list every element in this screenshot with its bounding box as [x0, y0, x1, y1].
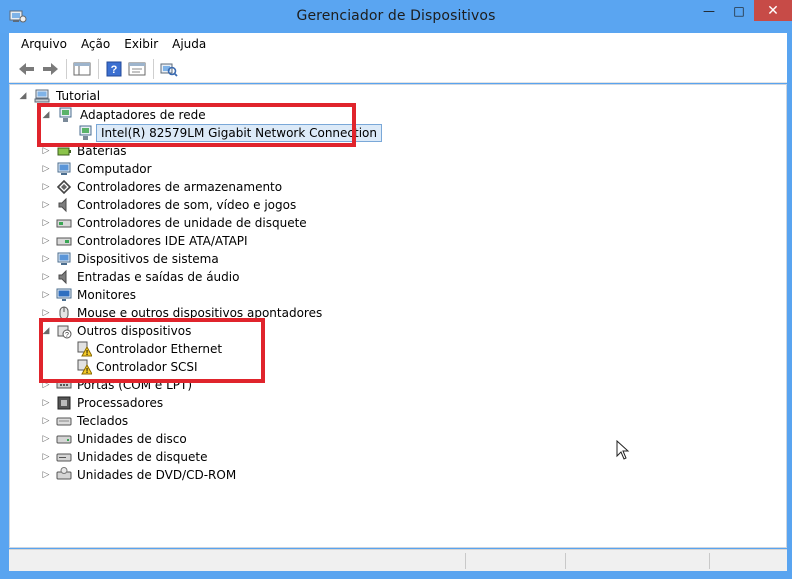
tree-item-teclados[interactable]: ▷ Teclados: [10, 412, 330, 430]
expand-toggle[interactable]: ▷: [41, 412, 51, 430]
help-icon: ?: [106, 61, 122, 76]
toolbar-separator: [98, 58, 99, 79]
menu-bar: Arquivo Ação Exibir Ajuda: [9, 33, 787, 55]
device-tree-pane[interactable]: ◢ Tutorial ◢ Adaptadores de rede Intel(R…: [9, 84, 787, 548]
menu-acao[interactable]: Ação: [81, 37, 110, 51]
expand-toggle[interactable]: ▷: [41, 250, 51, 268]
properties-button[interactable]: [126, 58, 148, 80]
expand-toggle[interactable]: ▷: [41, 196, 51, 214]
properties-icon: [128, 62, 146, 75]
ide-controller-icon: [56, 237, 72, 246]
tree-item-unidades-disquete[interactable]: ▷ Unidades de disquete: [10, 448, 330, 466]
expand-toggle[interactable]: ▷: [41, 214, 51, 232]
show-hide-tree-icon: [73, 62, 91, 75]
menu-ajuda[interactable]: Ajuda: [172, 37, 206, 51]
toolbar-separator: [153, 58, 154, 79]
device-tree: ◢ Tutorial ◢ Adaptadores de rede Intel(R…: [10, 85, 786, 547]
title-bar[interactable]: Gerenciador de Dispositivos — □ ✕: [0, 0, 792, 33]
tree-item-label: Unidades de DVD/CD-ROM: [77, 468, 237, 482]
tree-item-label: Unidades de disquete: [77, 450, 208, 464]
expand-toggle[interactable]: ▷: [41, 286, 51, 304]
maximize-button[interactable]: □: [724, 0, 754, 21]
window-title: Gerenciador de Dispositivos: [296, 8, 496, 24]
computer-icon: [57, 162, 71, 175]
tree-item-computador[interactable]: ▷ Computador: [10, 160, 310, 178]
status-bar: [9, 549, 787, 571]
monitor-icon: [56, 288, 72, 301]
expand-toggle[interactable]: ▷: [41, 160, 51, 178]
tree-item-label: Entradas e saídas de áudio: [77, 270, 240, 284]
tree-item-label: Controladores de unidade de disquete: [77, 216, 307, 230]
expand-toggle[interactable]: ▷: [41, 466, 51, 484]
tree-item-unidades-dvd[interactable]: ▷ Unidades de DVD/CD-ROM: [10, 466, 330, 484]
tree-item-entradas-saidas-audio[interactable]: ▷ Entradas e saídas de áudio: [10, 268, 330, 286]
status-segment: [709, 553, 710, 569]
processor-icon: [57, 396, 71, 410]
expand-toggle[interactable]: ▷: [41, 232, 51, 250]
back-arrow-icon: [19, 62, 34, 75]
floppy-drive-icon: [56, 453, 72, 462]
storage-controller-icon: [56, 179, 72, 195]
tree-item-label: Monitores: [77, 288, 136, 302]
device-manager-window: Gerenciador de Dispositivos — □ ✕ Arquiv…: [0, 0, 792, 579]
audio-io-icon: [58, 269, 67, 285]
toolbar-separator: [66, 58, 67, 79]
minimize-button[interactable]: —: [694, 0, 724, 21]
disk-drive-icon: [56, 435, 72, 444]
status-segment: [465, 553, 466, 569]
toolbar: ?: [9, 55, 787, 83]
dvd-drive-icon: [56, 467, 72, 480]
tree-item-unidades-disco[interactable]: ▷ Unidades de disco: [10, 430, 330, 448]
expand-toggle[interactable]: ▷: [41, 394, 51, 412]
tree-item-label: Unidades de disco: [77, 432, 187, 446]
floppy-controller-icon: [56, 219, 72, 228]
tree-item-label: Processadores: [77, 396, 164, 410]
status-segment: [565, 553, 566, 569]
expand-toggle[interactable]: ▷: [41, 178, 51, 196]
svg-text:?: ?: [111, 64, 118, 76]
menu-arquivo[interactable]: Arquivo: [21, 37, 67, 51]
tree-item-controladores-ide[interactable]: ▷ Controladores IDE ATA/ATAPI: [10, 232, 330, 250]
computer-root-icon: [34, 89, 50, 103]
collapse-toggle[interactable]: ◢: [18, 87, 28, 105]
tree-item-controladores-som[interactable]: ▷ Controladores de som, vídeo e jogos: [10, 196, 330, 214]
tree-item-label: Controladores IDE ATA/ATAPI: [77, 234, 248, 248]
back-button[interactable]: [16, 58, 38, 80]
menu-exibir[interactable]: Exibir: [124, 37, 158, 51]
forward-arrow-icon: [43, 62, 58, 75]
tree-item-label: Controladores de som, vídeo e jogos: [77, 198, 297, 212]
expand-toggle[interactable]: ▷: [41, 430, 51, 448]
tree-root-label: Tutorial: [56, 89, 101, 103]
tree-item-label: Controladores de armazenamento: [77, 180, 283, 194]
system-device-icon: [57, 252, 71, 265]
tree-item-label: Computador: [77, 162, 152, 176]
help-button[interactable]: ?: [103, 58, 125, 80]
scan-hardware-button[interactable]: [158, 58, 180, 80]
tree-item-controladores-armazenamento[interactable]: ▷ Controladores de armazenamento: [10, 178, 330, 196]
tree-item-processadores[interactable]: ▷ Processadores: [10, 394, 330, 412]
tree-item-controladores-disquete[interactable]: ▷ Controladores de unidade de disquete: [10, 214, 330, 232]
highlight-box-network-adapters: [37, 103, 356, 147]
show-hide-tree-button[interactable]: [71, 58, 93, 80]
close-button[interactable]: ✕: [754, 0, 792, 21]
highlight-box-other-devices: [39, 318, 265, 383]
tree-item-label: Dispositivos de sistema: [77, 252, 219, 266]
forward-button[interactable]: [39, 58, 61, 80]
mouse-pointer-icon: [616, 440, 630, 460]
tree-item-monitores[interactable]: ▷ Monitores: [10, 286, 330, 304]
scan-hardware-icon: [160, 63, 178, 77]
expand-toggle[interactable]: ▷: [41, 448, 51, 466]
tree-item-label: Teclados: [77, 414, 129, 428]
keyboard-icon: [56, 417, 72, 426]
expand-toggle[interactable]: ▷: [41, 268, 51, 286]
speaker-icon: [58, 197, 67, 213]
tree-item-dispositivos-sistema[interactable]: ▷ Dispositivos de sistema: [10, 250, 330, 268]
